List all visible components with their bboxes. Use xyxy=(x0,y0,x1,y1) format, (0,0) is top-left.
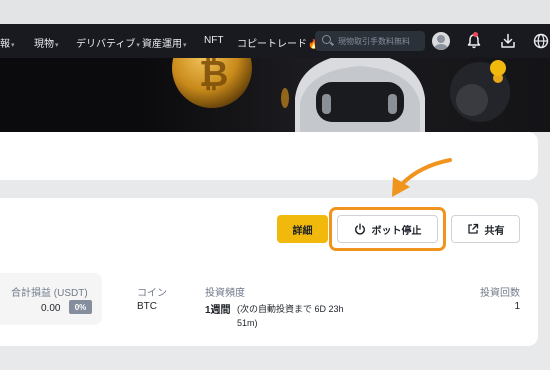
globe-icon[interactable] xyxy=(532,32,550,50)
nav-item-nft[interactable]: NFT xyxy=(204,35,223,46)
download-icon[interactable] xyxy=(499,32,517,50)
nav-item-news[interactable]: 報▾ xyxy=(0,35,15,50)
coin-label: コイン xyxy=(137,288,167,299)
pnl-percent-badge: 0% xyxy=(69,300,92,314)
nav-item-earn[interactable]: 資産運用▾ xyxy=(142,35,187,50)
search-placeholder: 現物取引手数料無料 xyxy=(338,37,410,46)
promo-banner: ₿ xyxy=(0,58,550,132)
pnl-label: 合計損益 (USDT) xyxy=(11,288,88,299)
pnl-value: 0.00 xyxy=(41,303,61,314)
external-link-icon xyxy=(467,223,478,234)
browser-top-strip xyxy=(0,0,550,24)
investment-count-label: 投資回数 xyxy=(480,288,520,299)
top-navbar: 報▾ 現物▾ デリバティブ▾ 資産運用▾ NFT コピートレード🔥 現物取引手数… xyxy=(0,24,550,58)
frequency-value: 1週間 xyxy=(205,305,231,316)
highlight-frame xyxy=(329,207,446,251)
nav-item-derivatives[interactable]: デリバティブ▾ xyxy=(76,35,140,50)
svg-text:₿: ₿ xyxy=(199,58,228,94)
banner-illustration: ₿ xyxy=(172,58,510,132)
pnl-summary-box xyxy=(0,273,102,325)
next-investment-note: (次の自動投資まで 6D 23h xyxy=(237,304,344,314)
search-icon xyxy=(322,35,331,44)
avatar[interactable] xyxy=(432,32,450,50)
frequency-label: 投資頻度 xyxy=(205,288,245,299)
investment-count-value: 1 xyxy=(514,301,520,312)
next-investment-note-cont: 51m) xyxy=(237,318,258,328)
detail-button[interactable]: 詳細 xyxy=(277,215,328,243)
search-input[interactable]: 現物取引手数料無料 xyxy=(315,31,425,51)
share-button[interactable]: 共有 xyxy=(451,215,520,243)
coin-value: BTC xyxy=(137,301,157,312)
nav-item-copy-trading[interactable]: コピートレード🔥 xyxy=(237,35,319,50)
nav-item-spot[interactable]: 現物▾ xyxy=(34,35,59,50)
notification-badge xyxy=(473,32,478,37)
